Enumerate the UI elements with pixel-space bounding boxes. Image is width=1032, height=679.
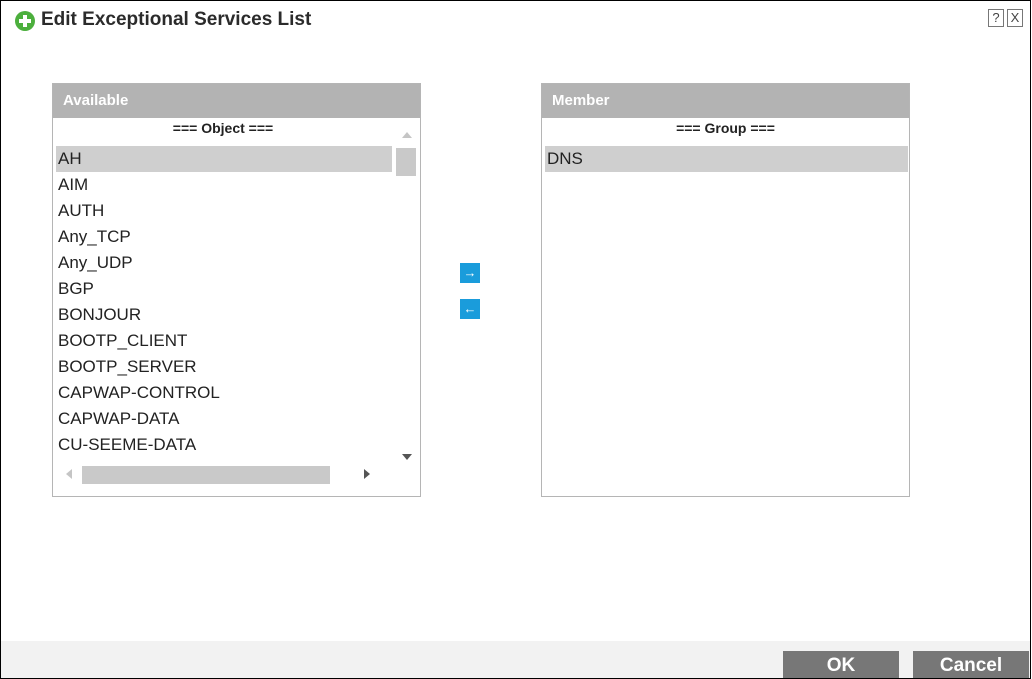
dialog-title: Edit Exceptional Services List (41, 9, 312, 30)
vertical-scrollbar[interactable] (394, 120, 418, 464)
list-item[interactable]: BOOTP_SERVER (56, 354, 392, 380)
scroll-down-icon[interactable] (402, 454, 412, 460)
list-item[interactable]: AUTH (56, 198, 392, 224)
list-item[interactable]: Any_UDP (56, 250, 392, 276)
add-circle-icon (15, 11, 35, 31)
vertical-scroll-thumb[interactable] (396, 148, 416, 176)
move-to-available-button[interactable]: ← (460, 299, 480, 319)
dialog-footer: OK Cancel (1, 641, 1030, 678)
arrow-right-icon: → (463, 265, 477, 280)
scroll-corner (394, 464, 418, 486)
arrow-left-icon: ← (463, 301, 477, 316)
help-button[interactable]: ? (988, 9, 1004, 27)
list-item[interactable]: AH (56, 146, 392, 172)
list-item[interactable]: BOOTP_CLIENT (56, 328, 392, 354)
scroll-right-icon[interactable] (364, 469, 370, 479)
list-item[interactable]: CU-SEEME-DATA (56, 432, 392, 458)
list-item[interactable]: Any_TCP (56, 224, 392, 250)
member-panel: Member === Group === DNS (541, 83, 910, 497)
member-header: Member (542, 84, 909, 118)
move-to-member-button[interactable]: → (460, 263, 480, 283)
object-caption: === Object === (172, 120, 274, 136)
horizontal-scrollbar[interactable] (54, 464, 394, 486)
available-list[interactable]: AH AIM AUTH Any_TCP Any_UDP BGP BONJOUR BOOTP_C… (56, 146, 392, 462)
cancel-button[interactable]: Cancel (913, 651, 1029, 678)
ok-button[interactable]: OK (783, 651, 899, 678)
close-button[interactable]: X (1007, 9, 1023, 27)
list-item[interactable]: BGP (56, 276, 392, 302)
group-caption: === Group === (676, 120, 775, 136)
list-item[interactable]: CAPWAP-CONTROL (56, 380, 392, 406)
scroll-left-icon[interactable] (66, 469, 72, 479)
list-item[interactable]: AIM (56, 172, 392, 198)
dialog-titlebar: Edit Exceptional Services List ? X (1, 1, 1030, 45)
member-list[interactable]: DNS (545, 146, 908, 172)
edit-exceptional-services-dialog: Edit Exceptional Services List ? X Avail… (0, 0, 1031, 679)
horizontal-scroll-thumb[interactable] (82, 466, 330, 484)
list-item[interactable]: DNS (545, 146, 908, 172)
available-header: Available (53, 84, 420, 118)
available-panel: Available === Object === AH AIM AUTH Any_TC… (52, 83, 421, 497)
list-item[interactable]: BONJOUR (56, 302, 392, 328)
list-item[interactable]: CAPWAP-DATA (56, 406, 392, 432)
scroll-up-icon[interactable] (402, 132, 412, 138)
